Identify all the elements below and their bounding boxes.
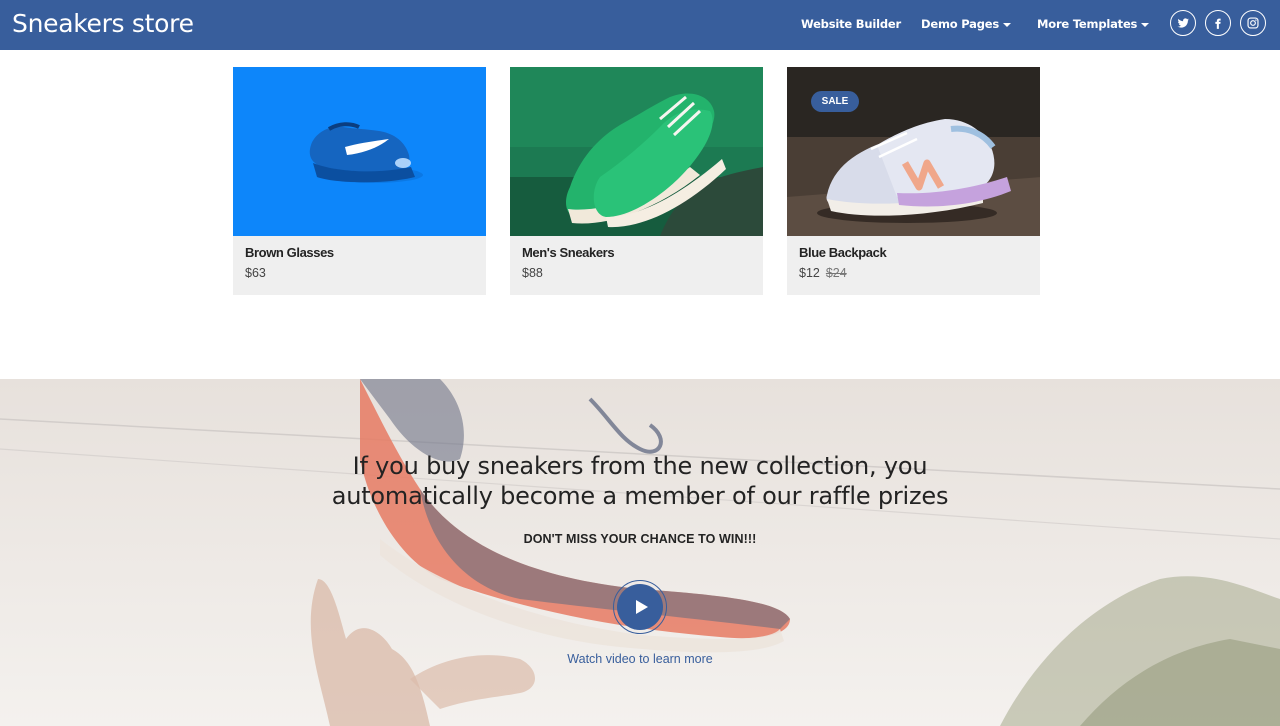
play-video-button[interactable] — [613, 580, 667, 634]
hero-title-line: automatically become a member of our raf… — [331, 482, 949, 510]
brand-logo[interactable]: Sneakers store — [12, 6, 194, 42]
promo-hero: If you buy sneakers from the new collect… — [0, 379, 1280, 726]
caret-down-icon — [1003, 22, 1011, 27]
watch-video-link[interactable]: Watch video to learn more — [490, 652, 790, 666]
twitter-icon[interactable] — [1170, 10, 1196, 36]
product-price: $63 — [245, 266, 266, 280]
product-name: Men's Sneakers — [522, 245, 615, 260]
current-price: $88 — [522, 266, 543, 280]
blue-sneaker-photo — [233, 67, 486, 236]
product-price: $88 — [522, 266, 543, 280]
current-price: $12 — [799, 266, 820, 280]
product-name: Blue Backpack — [799, 245, 887, 260]
top-navbar: Sneakers store Website Builder Demo Page… — [0, 0, 1280, 50]
nav-link-label: Website Builder — [801, 17, 901, 31]
product-name: Brown Glasses — [245, 245, 334, 260]
nav-link-more-templates[interactable]: More Templates — [1037, 15, 1150, 33]
hero-title-line: If you buy sneakers from the new collect… — [352, 452, 928, 480]
green-sneakers-photo — [510, 67, 763, 236]
nav-link-label: Demo Pages — [921, 17, 999, 31]
nav-link-label: More Templates — [1037, 17, 1138, 31]
hero-background-photo — [0, 379, 1280, 726]
play-icon — [635, 600, 648, 614]
nav-link-demo-pages[interactable]: Demo Pages — [921, 15, 1011, 33]
nav-link-website-builder[interactable]: Website Builder — [801, 15, 901, 33]
facebook-icon[interactable] — [1205, 10, 1231, 36]
product-price: $12 $24 — [799, 266, 847, 280]
caret-down-icon — [1141, 22, 1150, 27]
play-button-fill — [617, 584, 663, 630]
sale-badge: SALE — [811, 91, 859, 112]
product-card[interactable]: Men's Sneakers $88 — [510, 67, 763, 295]
hero-title: If you buy sneakers from the new collect… — [240, 451, 1040, 511]
product-card[interactable]: Brown Glasses $63 — [233, 67, 486, 295]
current-price: $63 — [245, 266, 266, 280]
old-price: $24 — [825, 266, 847, 280]
hero-subtitle: DON'T MISS YOUR CHANCE TO WIN!!! — [523, 532, 757, 546]
product-card[interactable]: SALE Blue Backpack $12 $24 — [787, 67, 1040, 295]
instagram-icon[interactable] — [1240, 10, 1266, 36]
